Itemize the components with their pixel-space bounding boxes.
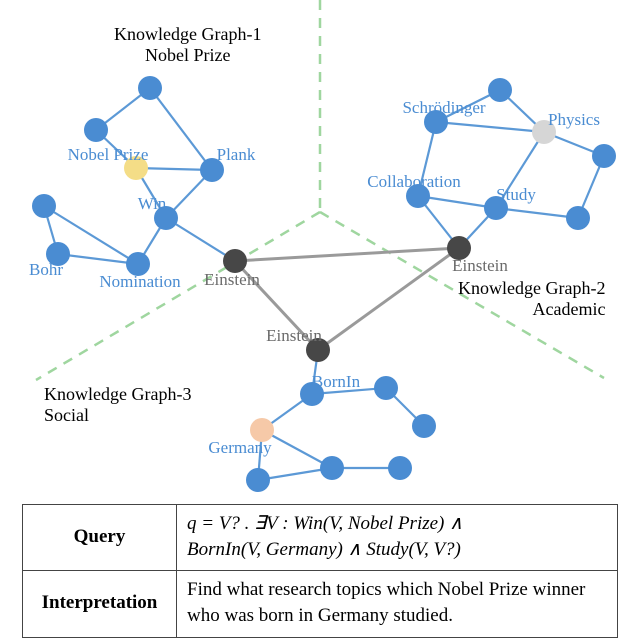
- query-key: Query: [23, 505, 177, 570]
- graph3-title-l2: Social: [44, 405, 89, 425]
- graph2-title: Knowledge Graph-2 Academic: [458, 278, 605, 319]
- query-line2: BornIn(V, Germany) ∧ Study(V, V?): [187, 539, 461, 560]
- knowledge-graph-diagram: Knowledge Graph-1 Nobel Prize Knowledge …: [0, 0, 640, 500]
- node-label-einstein-3: Einstein: [266, 326, 322, 346]
- node-label-schrodinger: Schrödinger: [402, 98, 485, 118]
- node-label-win: Win: [138, 194, 167, 214]
- node-label-bohr: Bohr: [29, 260, 63, 280]
- graph2-title-l1: Knowledge Graph-2: [458, 278, 605, 298]
- node-label-nobel-prize: Nobel Prize: [68, 145, 149, 165]
- node-label-physics: Physics: [548, 110, 600, 130]
- table-row: Interpretation Find what research topics…: [23, 570, 617, 636]
- node-label-study: Study: [496, 185, 536, 205]
- graph1-title: Knowledge Graph-1 Nobel Prize: [114, 24, 261, 65]
- interpretation-value: Find what research topics which Nobel Pr…: [177, 570, 617, 636]
- interpretation-key: Interpretation: [23, 570, 177, 636]
- figure-root: Knowledge Graph-1 Nobel Prize Knowledge …: [0, 0, 640, 628]
- node-label-plank: Plank: [217, 145, 256, 165]
- query-value: q = V? . ∃V : Win(V, Nobel Prize) ∧ Born…: [177, 505, 617, 570]
- query-table: Query q = V? . ∃V : Win(V, Nobel Prize) …: [22, 504, 618, 638]
- graph3-title-l1: Knowledge Graph-3: [44, 384, 191, 404]
- node-label-germany: Germany: [208, 438, 271, 458]
- table-row: Query q = V? . ∃V : Win(V, Nobel Prize) …: [23, 505, 617, 570]
- node-label-einstein-1: Einstein: [204, 270, 260, 290]
- node-label-einstein-2: Einstein: [452, 256, 508, 276]
- graph1-title-l1: Knowledge Graph-1: [114, 24, 261, 44]
- node-label-nomination: Nomination: [99, 272, 180, 292]
- graph2-title-l2: Academic: [533, 299, 606, 319]
- graph1-title-l2: Nobel Prize: [145, 45, 230, 65]
- graph3-title: Knowledge Graph-3 Social: [44, 384, 191, 425]
- node-label-collaboration: Collaboration: [367, 172, 460, 192]
- node-label-bornin: BornIn: [312, 372, 360, 392]
- query-line1: q = V? . ∃V : Win(V, Nobel Prize) ∧: [187, 513, 463, 534]
